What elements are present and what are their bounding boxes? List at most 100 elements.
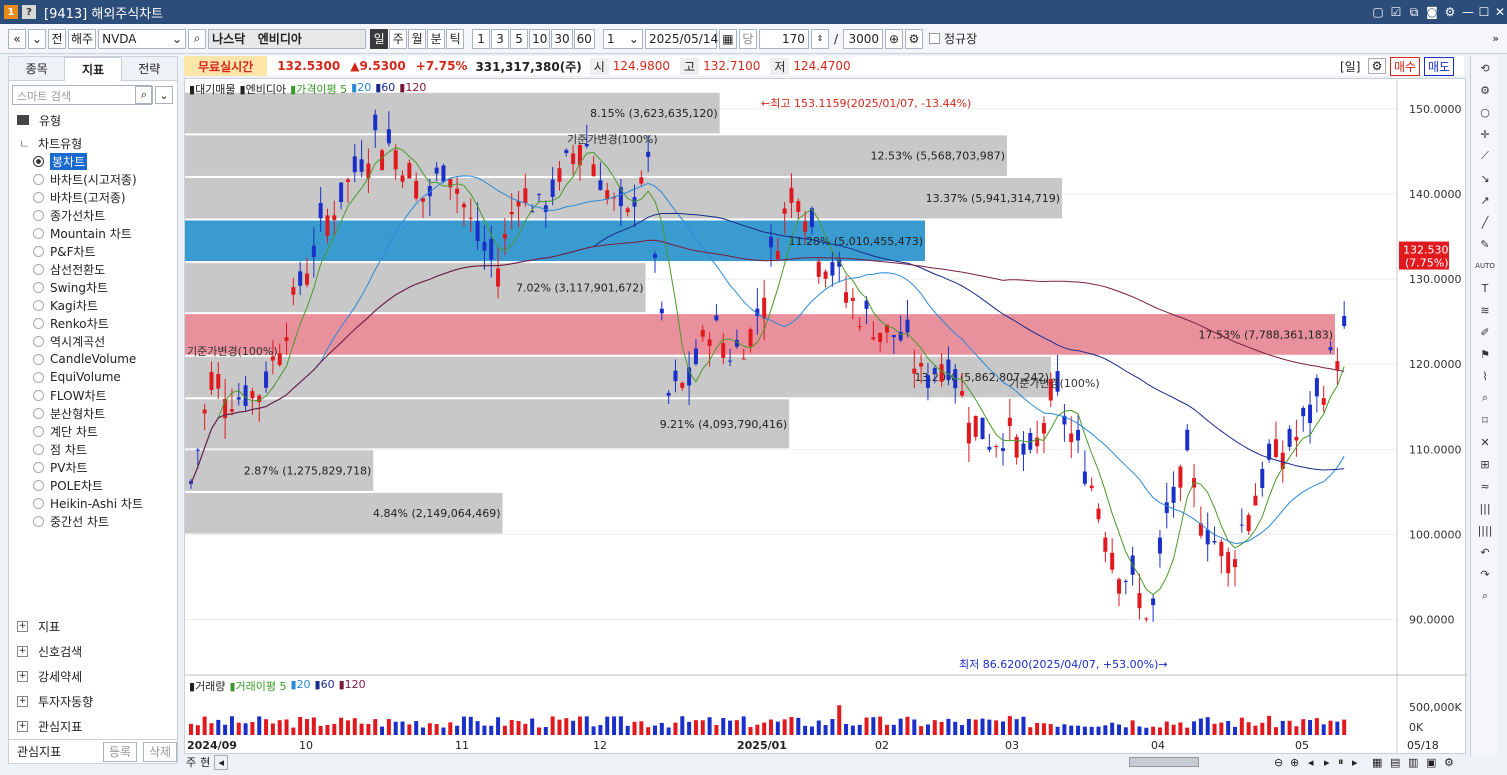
zoom-icon[interactable]: ⌕ [1477,390,1493,406]
candle-body[interactable] [1287,428,1292,447]
candle-body[interactable] [537,193,541,195]
volume-bar[interactable] [639,721,644,735]
camera-icon[interactable]: ◙ [1424,4,1440,20]
date-input[interactable]: 2025/05/14 [644,28,718,49]
volume-bar[interactable] [502,725,507,735]
measure-icon[interactable]: ⌑ [1477,412,1493,428]
volume-bar[interactable] [1007,716,1012,735]
candle-body[interactable] [1239,524,1244,526]
volume-bar[interactable] [468,716,473,735]
volume-bar[interactable] [1185,727,1190,735]
candle-body[interactable] [1328,347,1333,351]
volume-bar[interactable] [844,723,849,735]
volume-bar[interactable] [973,719,978,735]
candle-body[interactable] [707,339,712,346]
candle-body[interactable] [277,353,282,365]
volume-bar[interactable] [1219,722,1224,735]
radio-icon[interactable] [33,209,44,221]
candle-body[interactable] [407,162,412,179]
volume-bar[interactable] [857,724,862,735]
play-back-icon[interactable]: ◂ [1308,756,1314,769]
candle-body[interactable] [571,153,576,165]
window-icon[interactable]: ▣ [1426,756,1436,769]
market-button[interactable]: 해주 [68,28,97,49]
volume-bar[interactable] [386,719,391,735]
candle-body[interactable] [250,391,255,399]
volume-bar[interactable] [625,725,630,735]
volume-bar[interactable] [1082,726,1087,735]
candle-body[interactable] [352,156,357,173]
volume-bar[interactable] [966,718,971,735]
chart-type-item[interactable]: 바차트(시고저종) [33,170,137,188]
volume-profile-bar[interactable] [185,314,1335,355]
candle-body[interactable] [775,250,780,260]
candle-body[interactable] [366,163,371,179]
candle-body[interactable] [209,371,214,390]
candle-body[interactable] [564,150,569,154]
candle-body[interactable] [1069,433,1074,443]
volume-bar[interactable] [509,719,514,735]
volume-bar[interactable] [277,720,282,735]
candle-body[interactable] [1082,471,1087,484]
help-icon[interactable]: ? [22,5,36,19]
volume-bar[interactable] [994,720,999,735]
sell-button[interactable]: 매도 [1424,56,1455,76]
candlestick-chart[interactable]: 150.0000 140.0000 130.0000 120.0000 110.0000… [185,79,1467,755]
pen-icon[interactable]: ✎ [1477,236,1493,252]
candle-body[interactable] [195,449,200,451]
volume-bar[interactable] [345,720,350,735]
volume-bar[interactable] [366,723,371,735]
volume-bar[interactable] [1048,724,1053,735]
volume-bar[interactable] [325,724,330,735]
candle-body[interactable] [1335,361,1340,370]
volume-bar[interactable] [209,723,214,735]
candle-body[interactable] [216,373,221,389]
chart-icon[interactable]: ▦ [1372,756,1382,769]
candle-body[interactable] [646,151,651,157]
chart-type-item[interactable]: Heikin-Ashi 차트 [33,494,143,512]
volume-bar[interactable] [905,716,910,735]
volume-bar[interactable] [496,717,501,735]
volume-bar[interactable] [1021,716,1026,735]
legend-item[interactable]: ▮120 [339,678,366,694]
legend-item[interactable]: ▮엔비디아 [240,81,287,97]
candle-body[interactable] [1205,529,1210,545]
settings-icon[interactable]: ⚙ [1477,82,1493,98]
volume-bar[interactable] [1205,717,1210,735]
volume-bar[interactable] [1171,724,1176,735]
candle-body[interactable] [455,188,460,194]
volume-bar[interactable] [400,721,405,735]
candle-body[interactable] [919,362,924,367]
search-input[interactable]: 스마트 검색 [12,85,152,105]
candle-body[interactable] [980,417,985,440]
volume-bar[interactable] [414,721,419,735]
prev-symbol-button[interactable]: « [8,28,26,49]
volume-bar[interactable] [264,719,269,735]
candle-body[interactable] [796,201,801,212]
pause-icon[interactable]: ⏸ [1338,755,1344,769]
volume-bar[interactable] [1103,725,1108,735]
volume-bar[interactable] [1151,726,1156,735]
delete-button[interactable]: 삭제 [143,741,177,762]
volume-bar[interactable] [1144,727,1149,735]
period-tab[interactable]: 일 [370,28,389,49]
candle-body[interactable] [1233,559,1237,568]
candle-body[interactable] [284,337,289,341]
volume-bar[interactable] [421,727,425,735]
candle-body[interactable] [830,262,835,276]
regular-session-check[interactable]: 정규장 [928,30,977,47]
interval-button[interactable]: 3 [491,28,510,49]
chart-type-item[interactable]: 분산형차트 [33,404,105,422]
volume-bar[interactable] [1328,720,1333,735]
candle-body[interactable] [673,370,678,382]
volume-bar[interactable] [380,726,385,735]
volume-bar[interactable] [1041,723,1046,735]
chart-type-item[interactable]: Swing차트 [33,278,108,296]
radio-icon[interactable] [33,299,44,311]
volume-bar[interactable] [584,716,589,735]
arrow-icon[interactable]: ↘ [1477,170,1493,186]
radio-icon[interactable] [33,497,44,509]
volume-bar[interactable] [373,719,378,735]
radio-icon[interactable] [33,191,44,203]
volume-bar[interactable] [1267,715,1272,735]
